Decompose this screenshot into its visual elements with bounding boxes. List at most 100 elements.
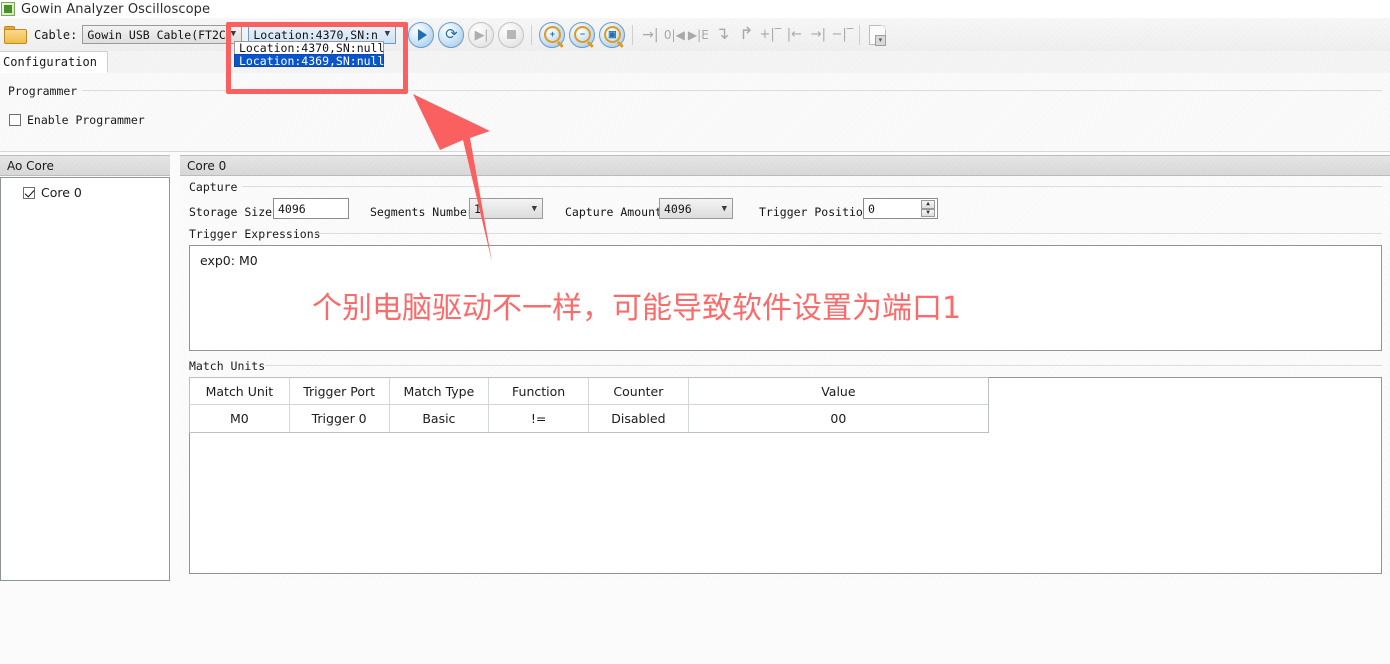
dropdown-option-1-label: Location:4369,SN:null xyxy=(239,53,385,68)
table-row[interactable]: M0 Trigger 0 Basic != Disabled 00 xyxy=(190,405,988,432)
stop-icon xyxy=(506,30,516,39)
run-button[interactable] xyxy=(408,21,435,48)
zoom-in-button[interactable]: + xyxy=(539,21,566,48)
stop-button[interactable] xyxy=(498,21,525,48)
storage-size-label: Storage Size: xyxy=(189,205,280,219)
core-0-panel: Capture Storage Size: 4096 Segments Numb… xyxy=(180,177,1390,581)
programmer-group-title: Programmer xyxy=(8,84,78,98)
segments-number-value: 1 xyxy=(474,201,481,216)
dropdown-option-1[interactable]: Location:4369,SN:null xyxy=(234,53,385,68)
auto-refresh-button[interactable]: ⟳ xyxy=(438,21,465,48)
folder-open-icon[interactable] xyxy=(4,26,27,44)
cell-counter[interactable]: Disabled xyxy=(589,405,689,432)
toolbar-divider xyxy=(531,24,533,45)
group-divider xyxy=(82,90,1382,91)
goto-zero-button[interactable]: 0|◀ xyxy=(663,23,685,47)
step-button[interactable]: ▶| xyxy=(468,21,495,48)
cell-match-unit[interactable]: M0 xyxy=(190,405,290,432)
enable-programmer-checkbox[interactable]: Enable Programmer xyxy=(9,113,145,127)
capture-amount-value: 4096 xyxy=(664,201,692,216)
column-header-value: Value xyxy=(688,378,988,406)
ao-core-tree[interactable]: Core 0 xyxy=(0,177,170,581)
column-header-counter: Counter xyxy=(589,378,689,406)
group-divider xyxy=(265,365,1382,366)
cell-value[interactable]: 00 xyxy=(689,405,988,432)
delete-marker-button[interactable]: −|‾ xyxy=(831,23,853,47)
step-icon: ▶| xyxy=(474,27,489,42)
match-units-group-title: Match Units xyxy=(189,359,266,373)
next-rising-edge-button[interactable]: ↱ xyxy=(735,23,757,47)
match-units-table[interactable]: Match Unit Trigger Port Match Type Funct… xyxy=(189,377,989,433)
enable-programmer-label: Enable Programmer xyxy=(27,113,145,127)
prev-marker-button[interactable]: |← xyxy=(783,23,805,47)
chevron-down-icon: ▼ xyxy=(230,29,237,39)
trigger-expression-text: exp0: M0 xyxy=(200,253,258,268)
app-icon xyxy=(1,2,15,16)
prev-falling-edge-button[interactable]: ↴ xyxy=(711,23,733,47)
cable-label: Cable: xyxy=(34,27,78,42)
core-0-pane-header: Core 0 xyxy=(180,155,1390,176)
ao-core-pane-header: Ao Core xyxy=(0,155,170,176)
trigger-expressions-group-title: Trigger Expressions xyxy=(189,227,321,241)
programmer-panel: Programmer Enable Programmer xyxy=(0,73,1390,152)
zoom-fit-button[interactable]: ▣ xyxy=(599,21,626,48)
next-marker-button[interactable]: →| xyxy=(807,23,829,47)
storage-size-value: 4096 xyxy=(278,201,306,216)
column-header-match-type: Match Type xyxy=(389,378,490,406)
column-header-match-unit: Match Unit xyxy=(190,378,290,406)
location-select-value: Location:4370,SN:null xyxy=(253,27,379,42)
goto-trigger-button[interactable]: ▶|E xyxy=(687,23,709,47)
tab-configuration[interactable]: Configuration xyxy=(0,51,108,73)
checkbox-icon[interactable] xyxy=(23,186,35,199)
play-icon xyxy=(418,28,428,41)
tree-item-core-0[interactable]: Core 0 xyxy=(23,185,82,200)
zoom-out-icon: − xyxy=(573,26,591,43)
trigger-position-input[interactable]: 0 ▲ ▼ xyxy=(863,198,938,219)
core-0-header-label: Core 0 xyxy=(187,158,227,173)
column-header-trigger-port: Trigger Port xyxy=(289,378,390,406)
spinner-down-icon[interactable]: ▼ xyxy=(921,208,935,217)
tab-configuration-label: Configuration xyxy=(3,55,97,69)
cell-trigger-port[interactable]: Trigger 0 xyxy=(290,405,390,432)
cable-select[interactable]: Gowin USB Cable(FT2CH) ▼ xyxy=(82,25,243,44)
app-window: Gowin Analyzer Oscilloscope Cable: Gowin… xyxy=(0,0,1390,664)
capture-amount-label: Capture Amount: xyxy=(565,205,669,219)
doc-export-icon xyxy=(868,24,886,46)
group-divider xyxy=(314,233,1382,234)
capture-amount-select[interactable]: 4096 ▼ xyxy=(659,198,733,219)
cell-function[interactable]: != xyxy=(489,405,589,432)
column-header-function: Function xyxy=(489,378,589,406)
capture-group-title: Capture xyxy=(189,180,238,194)
cable-select-value: Gowin USB Cable(FT2CH) xyxy=(87,27,226,42)
zoom-fit-icon: ▣ xyxy=(603,26,621,43)
trigger-position-value: 0 xyxy=(868,201,875,216)
goto-end-button[interactable]: →| xyxy=(639,23,661,47)
table-header-row: Match Unit Trigger Port Match Type Funct… xyxy=(190,378,988,406)
spinner-buttons[interactable]: ▲ ▼ xyxy=(921,200,935,217)
export-button[interactable] xyxy=(866,23,888,47)
zoom-in-icon: + xyxy=(543,26,561,43)
group-divider xyxy=(242,186,1382,187)
storage-size-input[interactable]: 4096 xyxy=(273,198,349,219)
tree-item-core-0-label: Core 0 xyxy=(41,185,82,200)
annotation-note-text: 个别电脑驱动不一样，可能导致软件设置为端口1 xyxy=(312,291,962,326)
main-toolbar: Cable: Gowin USB Cable(FT2CH) ▼ Location… xyxy=(0,18,1390,52)
chevron-down-icon: ▼ xyxy=(384,29,391,39)
window-title: Gowin Analyzer Oscilloscope xyxy=(21,1,211,17)
tab-strip: Configuration xyxy=(0,51,1390,74)
ao-core-header-label: Ao Core xyxy=(7,158,54,173)
toolbar-divider xyxy=(859,24,861,45)
zoom-out-button[interactable]: − xyxy=(569,21,596,48)
spinner-up-icon[interactable]: ▲ xyxy=(921,200,935,209)
trigger-position-label: Trigger Position: xyxy=(759,205,877,219)
chevron-down-icon: ▼ xyxy=(721,203,727,214)
refresh-icon: ⟳ xyxy=(445,26,458,43)
chevron-down-icon: ▼ xyxy=(531,203,537,214)
title-bar: Gowin Analyzer Oscilloscope xyxy=(0,0,1390,18)
cell-match-type[interactable]: Basic xyxy=(390,405,490,432)
location-dropdown-list[interactable]: Location:4370,SN:null Location:4369,SN:n… xyxy=(234,41,385,68)
segments-number-select[interactable]: 1 ▼ xyxy=(469,198,543,219)
dropdown-option-0[interactable]: Location:4370,SN:null xyxy=(234,41,384,55)
segments-number-label: Segments Number xyxy=(370,205,474,219)
add-marker-button[interactable]: +|‾ xyxy=(759,23,781,47)
